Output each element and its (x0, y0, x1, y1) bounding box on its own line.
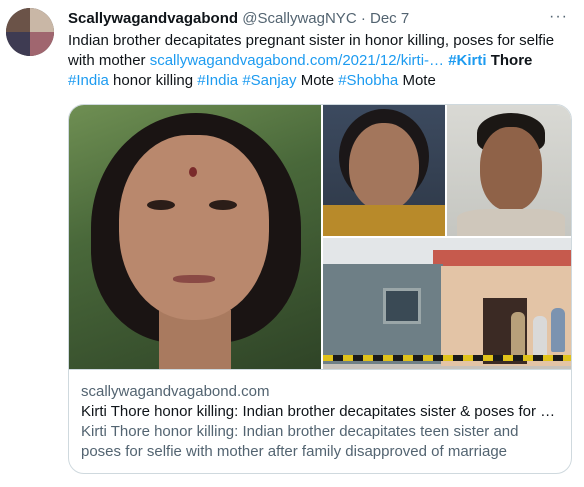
mother-portrait-image (323, 105, 445, 236)
tweet-header: Scallywagandvagabond @ScallywagNYC · Dec… (68, 9, 564, 29)
avatar-tile (6, 32, 30, 56)
card-domain: scallywagandvagabond.com (81, 383, 270, 400)
card-description: Kirti Thore honor killing: Indian brothe… (81, 423, 519, 460)
hashtag-india[interactable]: #India (68, 72, 109, 89)
avatar-tile (6, 8, 30, 32)
hashtag-shobha[interactable]: #Shobha (338, 72, 398, 89)
link-preview-card[interactable]: scallywagandvagabond.com Kirti Thore hon… (68, 104, 572, 474)
more-options-icon[interactable]: ··· (549, 8, 568, 26)
brother-portrait-image (447, 105, 571, 236)
tweet-text-word: Mote (398, 72, 436, 89)
house-scene-image (323, 238, 571, 369)
card-title: Kirti Thore honor killing: Indian brothe… (81, 403, 556, 420)
hashtag-india-2[interactable]: #India (197, 72, 238, 89)
hashtag-kirti[interactable]: #Kirti (448, 52, 486, 69)
avatar-tile (30, 32, 54, 56)
card-body[interactable]: scallywagandvagabond.com Kirti Thore hon… (69, 369, 571, 473)
tweet-text: Indian brother decapitates pregnant sist… (68, 31, 568, 91)
tweet-text-word: Mote (296, 72, 339, 89)
tweet-url-link[interactable]: scallywagandvagabond.com/2021/12/kirti-… (150, 52, 444, 69)
tweet-text-word: honor killing (108, 72, 198, 89)
tweet-date[interactable]: Dec 7 (370, 10, 409, 27)
separator-dot: · (360, 10, 366, 27)
card-media[interactable] (69, 105, 571, 369)
hashtag-sanjay[interactable]: #Sanjay (242, 72, 296, 89)
author-name[interactable]: Scallywagandvagabond (68, 10, 238, 27)
tweet-text-word: Thore (486, 52, 533, 69)
avatar[interactable] (6, 8, 54, 56)
avatar-tile (30, 8, 54, 32)
woman-portrait-image (69, 105, 321, 369)
author-handle[interactable]: @ScallywagNYC (242, 10, 356, 27)
